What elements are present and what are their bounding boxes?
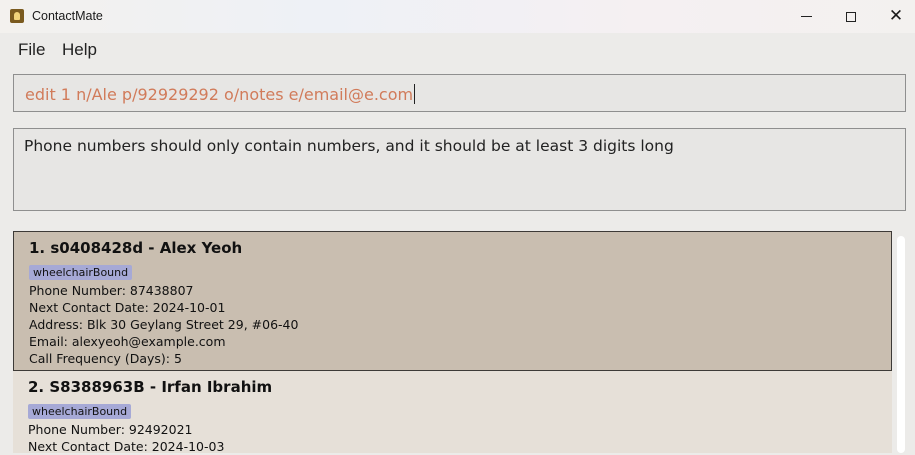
email-field: Email: alexyeoh@example.com	[29, 334, 226, 349]
phone-field: Phone Number: 92492021	[28, 422, 193, 437]
call-frequency-field: Call Frequency (Days): 5	[29, 351, 182, 366]
minimize-icon	[800, 16, 812, 17]
tag-badge: wheelchairBound	[29, 265, 133, 280]
window-title: ContactMate	[32, 9, 103, 23]
title-bar: ContactMate ✕	[0, 0, 915, 33]
list-scrollbar[interactable]	[897, 236, 905, 453]
person-card-title: 1. s0408428d - Alex Yeoh	[29, 239, 243, 257]
person-list[interactable]: 1. s0408428d - Alex Yeoh wheelchairBound…	[0, 224, 915, 454]
result-message: Phone numbers should only contain number…	[24, 137, 674, 155]
next-contact-field: Next Contact Date: 2024-10-03	[28, 439, 225, 454]
maximize-button[interactable]	[828, 0, 874, 33]
tag-badge: wheelchairBound	[28, 404, 132, 419]
menu-file[interactable]: File	[18, 40, 45, 60]
text-caret	[414, 84, 416, 104]
menu-bar: File Help	[0, 33, 915, 66]
close-button[interactable]: ✕	[873, 0, 915, 33]
address-field: Address: Blk 30 Geylang Street 29, #06-4…	[29, 317, 299, 332]
next-contact-field: Next Contact Date: 2024-10-01	[29, 300, 226, 315]
command-input-wrapper[interactable]: edit 1 n/Ale p/92929292 o/notes e/email@…	[25, 84, 416, 104]
command-input[interactable]: edit 1 n/Ale p/92929292 o/notes e/email@…	[25, 85, 413, 104]
minimize-button[interactable]	[783, 0, 829, 33]
maximize-icon	[846, 11, 856, 22]
person-card-title: 2. S8388963B - Irfan Ibrahim	[28, 378, 273, 396]
person-card-1[interactable]: 1. s0408428d - Alex Yeoh wheelchairBound…	[13, 231, 892, 371]
command-box[interactable]: edit 1 n/Ale p/92929292 o/notes e/email@…	[13, 74, 906, 112]
person-card-2[interactable]: 2. S8388963B - Irfan Ibrahim wheelchairB…	[13, 371, 892, 454]
app-icon	[10, 9, 24, 23]
close-icon: ✕	[888, 6, 904, 26]
phone-field: Phone Number: 87438807	[29, 283, 194, 298]
menu-help[interactable]: Help	[62, 40, 97, 60]
result-display: Phone numbers should only contain number…	[13, 128, 906, 211]
